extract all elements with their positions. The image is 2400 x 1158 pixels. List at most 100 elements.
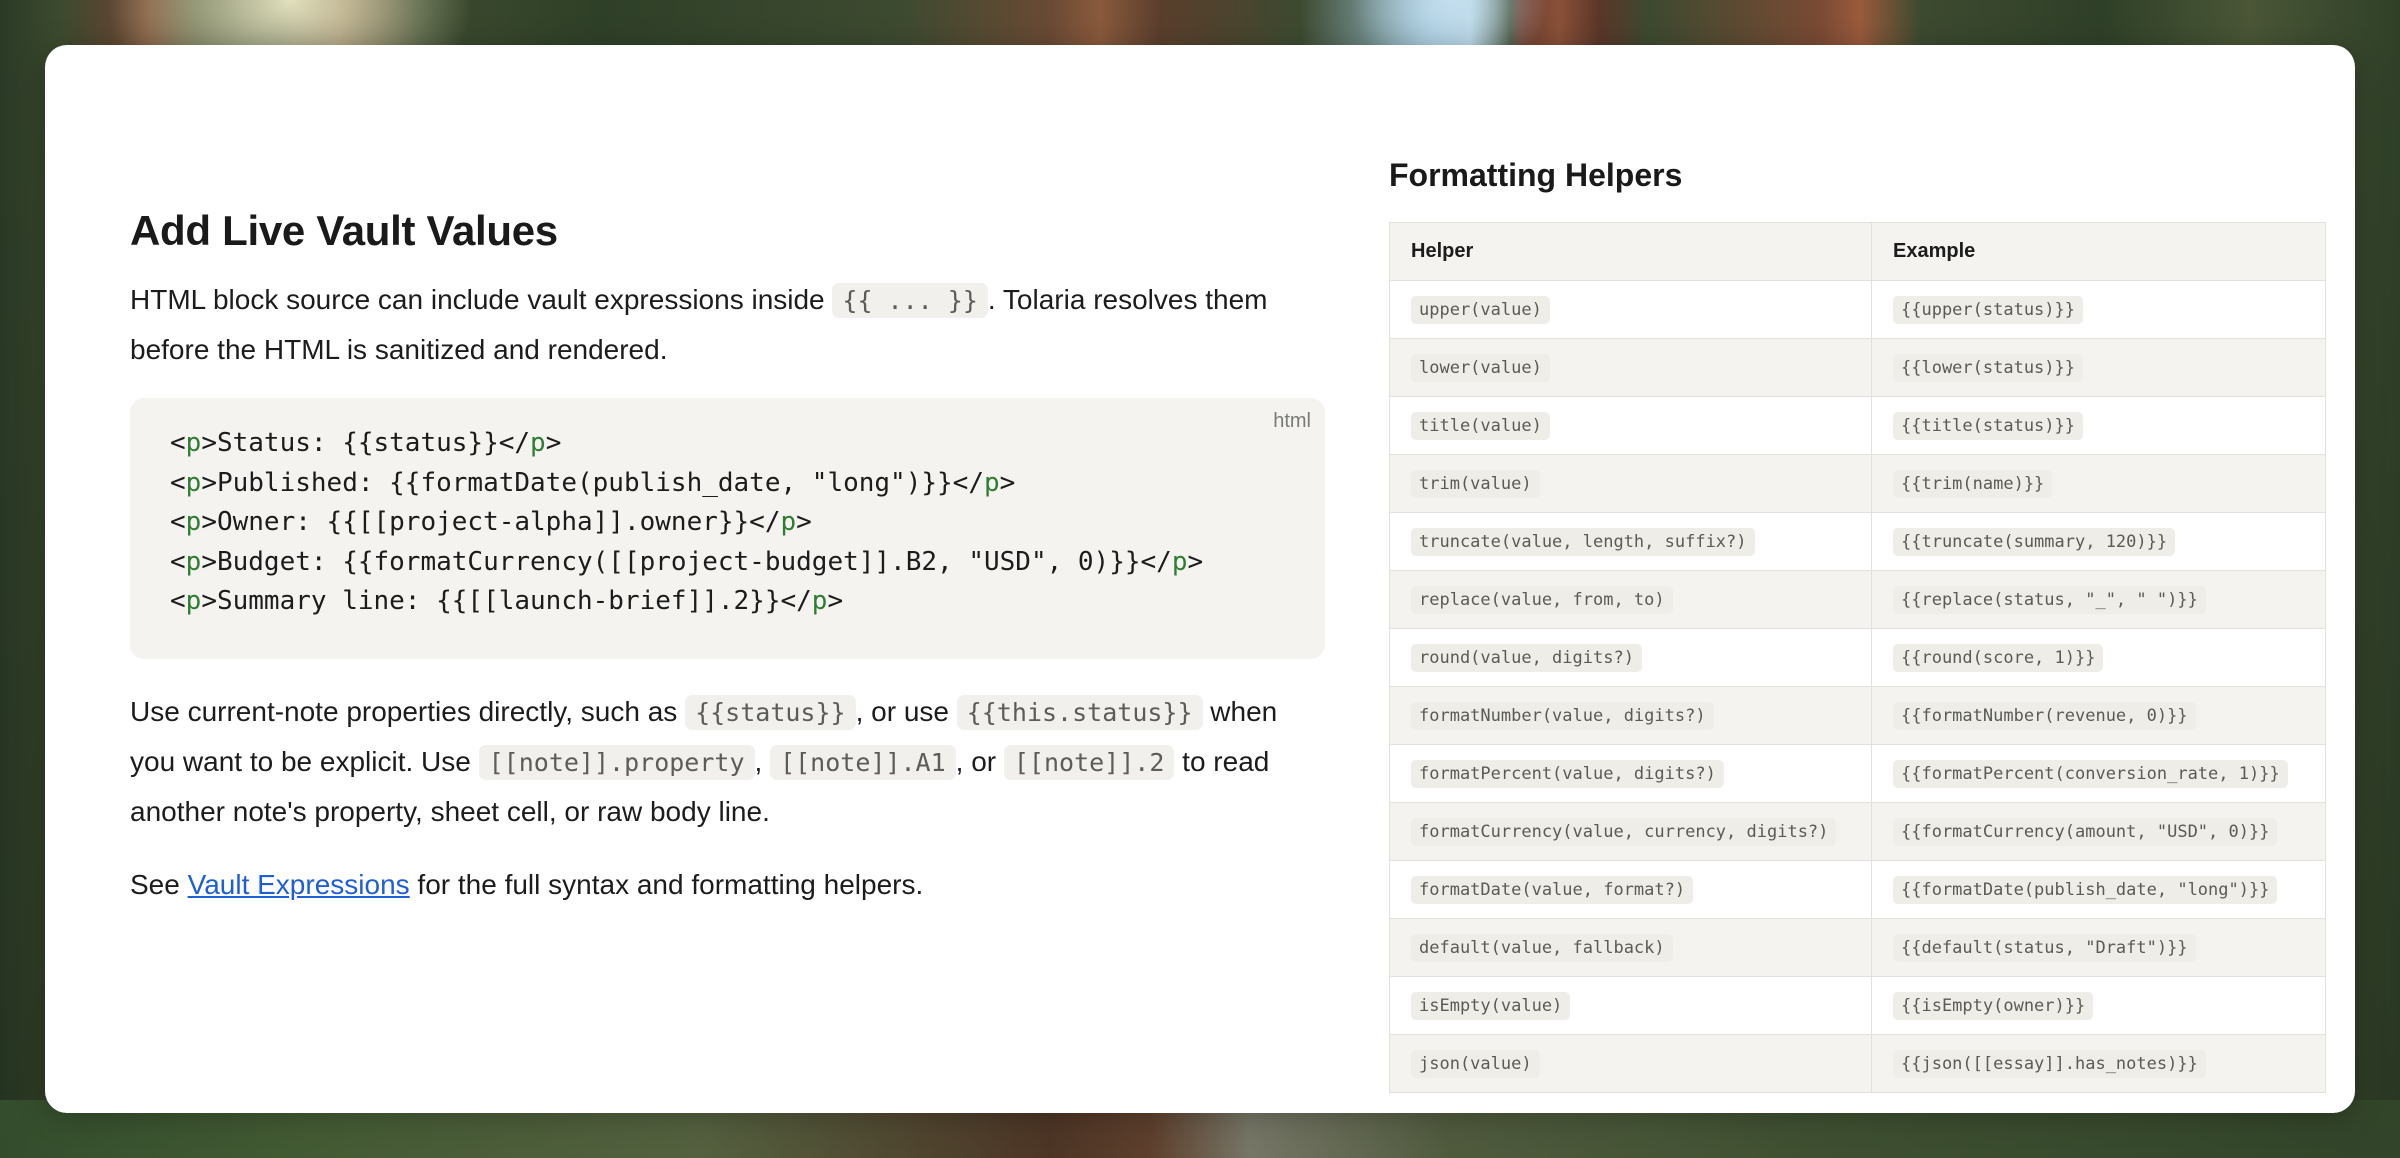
example-cell: {{json([[essay]].has_notes)}}: [1871, 1034, 2326, 1093]
usage-inline-code: {{status}}: [685, 695, 856, 730]
example-cell: {{truncate(summary, 120)}}: [1871, 512, 2326, 571]
table-row: truncate(value, length, suffix?) {{trunca…: [1389, 512, 2326, 571]
table-row: formatCurrency(value, currency, digits?)…: [1389, 802, 2326, 861]
intro-inline-code: {{ ... }}: [832, 283, 988, 318]
helper-cell: upper(value): [1389, 280, 1872, 339]
example-cell: {{title(status)}}: [1871, 396, 2326, 455]
example-cell: {{trim(name)}}: [1871, 454, 2326, 513]
example-code: {{formatPercent(conversion_rate, 1)}}: [1893, 759, 2288, 788]
code-tag-name: p: [185, 467, 202, 498]
helper-code: formatCurrency(value, currency, digits?): [1411, 817, 1837, 846]
helper-code: isEmpty(value): [1411, 991, 1571, 1020]
table-row: trim(value) {{trim(name)}}: [1389, 454, 2326, 513]
helpers-header-row: Helper Example: [1389, 222, 2326, 281]
code-lines: <p>Status: {{status}}</p> <p>Published: {…: [170, 424, 1285, 622]
code-line: <p>Owner: {{[[project-alpha]].owner}}</p…: [170, 503, 1285, 543]
table-row: formatPercent(value, digits?) {{formatPer…: [1389, 744, 2326, 803]
helper-code: default(value, fallback): [1411, 933, 1673, 962]
example-code: {{round(score, 1)}}: [1893, 643, 2104, 672]
example-code: {{formatCurrency(amount, "USD", 0)}}: [1893, 817, 2278, 846]
helper-code: lower(value): [1411, 353, 1550, 382]
code-line: <p>Status: {{status}}</p>: [170, 424, 1285, 464]
column-header-helper: Helper: [1389, 222, 1872, 281]
code-text: >Owner: {{[[project-alpha]].owner}}</: [201, 507, 781, 537]
code-text: >: [827, 586, 844, 616]
see-text-after: for the full syntax and formatting helpe…: [409, 869, 924, 900]
code-tag-name: p: [185, 428, 202, 458]
helper-code: title(value): [1411, 411, 1550, 440]
table-row: formatDate(value, format?) {{formatDate(p…: [1389, 860, 2326, 919]
helpers-table: Helper Example upper(value) {{upper(statu…: [1389, 222, 2326, 1093]
usage-inline-code: {{this.status}}: [956, 695, 1203, 730]
vault-expressions-link[interactable]: Vault Expressions: [188, 869, 410, 900]
example-code: {{formatNumber(revenue, 0)}}: [1893, 701, 2196, 730]
helper-cell: round(value, digits?): [1389, 628, 1872, 687]
code-text: >Published: {{formatDate(publish_date, "…: [201, 467, 984, 498]
helper-code: round(value, digits?): [1411, 643, 1642, 672]
example-cell: {{formatNumber(revenue, 0)}}: [1871, 686, 2326, 745]
example-code: {{lower(status)}}: [1893, 353, 2083, 382]
usage-text: , or use: [855, 696, 957, 727]
code-tag-name: p: [185, 586, 202, 616]
example-code: {{json([[essay]].has_notes)}}: [1893, 1049, 2206, 1078]
code-line: <p>Published: {{formatDate(publish_date,…: [170, 464, 1285, 504]
example-code: {{trim(name)}}: [1893, 469, 2053, 498]
table-row: upper(value) {{upper(status)}}: [1389, 280, 2326, 339]
example-cell: {{round(score, 1)}}: [1871, 628, 2326, 687]
helper-cell: json(value): [1389, 1034, 1872, 1093]
code-block[interactable]: html <p>Status: {{status}}</p> <p>Publish…: [130, 398, 1325, 659]
intro-text-before: HTML block source can include vault expr…: [130, 284, 833, 315]
example-code: {{formatDate(publish_date, "long")}}: [1893, 875, 2278, 904]
code-text: >: [796, 507, 812, 537]
code-text: >: [1187, 546, 1204, 577]
code-text: <: [170, 467, 186, 498]
helpers-table-body: upper(value) {{upper(status)}} lower(value…: [1389, 280, 2326, 1093]
code-line: <p>Summary line: {{[[launch-brief]].2}}<…: [170, 582, 1285, 622]
helpers-title: Formatting Helpers: [1389, 157, 1683, 193]
table-row: isEmpty(value) {{isEmpty(owner)}}: [1389, 976, 2326, 1035]
example-code: {{isEmpty(owner)}}: [1893, 991, 2094, 1020]
helper-code: formatDate(value, format?): [1411, 875, 1694, 904]
code-text: <: [170, 428, 186, 458]
usage-inline-code: [[note]].A1: [770, 745, 956, 780]
code-tag-name: p: [780, 507, 797, 537]
usage-text: ,: [754, 746, 771, 777]
content-card: Add Live Vault Values HTML block source …: [45, 45, 2355, 1113]
code-line: <p>Budget: {{formatCurrency([[project-bu…: [170, 543, 1285, 583]
see-also-paragraph: See Vault Expressions for the full synta…: [130, 860, 1325, 909]
helper-cell: formatPercent(value, digits?): [1389, 744, 1872, 803]
helper-cell: formatNumber(value, digits?): [1389, 686, 1872, 745]
code-text: >Summary line: {{[[launch-brief]].2}}</: [201, 586, 812, 616]
example-cell: {{isEmpty(owner)}}: [1871, 976, 2326, 1035]
table-row: formatNumber(value, digits?) {{formatNumb…: [1389, 686, 2326, 745]
usage-text: , or: [955, 746, 1004, 777]
helper-code: json(value): [1411, 1049, 1540, 1078]
code-language-label: html: [1273, 410, 1311, 432]
usage-text: Use current-note properties directly, su…: [130, 696, 686, 727]
helper-cell: replace(value, from, to): [1389, 570, 1872, 629]
helper-cell: isEmpty(value): [1389, 976, 1872, 1035]
example-code: {{title(status)}}: [1893, 411, 2083, 440]
helper-code: trim(value): [1411, 469, 1540, 498]
table-row: lower(value) {{lower(status)}}: [1389, 338, 2326, 397]
helper-cell: lower(value): [1389, 338, 1872, 397]
article-section: Add Live Vault Values HTML block source …: [130, 205, 1325, 909]
helper-cell: default(value, fallback): [1389, 918, 1872, 977]
table-row: round(value, digits?) {{round(score, 1)}}: [1389, 628, 2326, 687]
helper-cell: truncate(value, length, suffix?): [1389, 512, 1872, 571]
table-row: default(value, fallback) {{default(status…: [1389, 918, 2326, 977]
helper-code: upper(value): [1411, 295, 1550, 324]
helper-code: truncate(value, length, suffix?): [1411, 527, 1755, 556]
code-text: <: [170, 546, 186, 577]
code-tag-name: p: [811, 586, 828, 616]
code-tag-name: p: [185, 546, 202, 577]
helper-cell: formatDate(value, format?): [1389, 860, 1872, 919]
column-header-example: Example: [1871, 222, 2326, 281]
article-title: Add Live Vault Values: [130, 207, 558, 254]
example-cell: {{replace(status, "_", " ")}}: [1871, 570, 2326, 629]
helper-cell: title(value): [1389, 396, 1872, 455]
code-tag-name: p: [530, 428, 546, 458]
code-text: >Status: {{status}}</: [201, 428, 531, 458]
example-code: {{truncate(summary, 120)}}: [1893, 527, 2176, 556]
example-cell: {{formatCurrency(amount, "USD", 0)}}: [1871, 802, 2326, 861]
